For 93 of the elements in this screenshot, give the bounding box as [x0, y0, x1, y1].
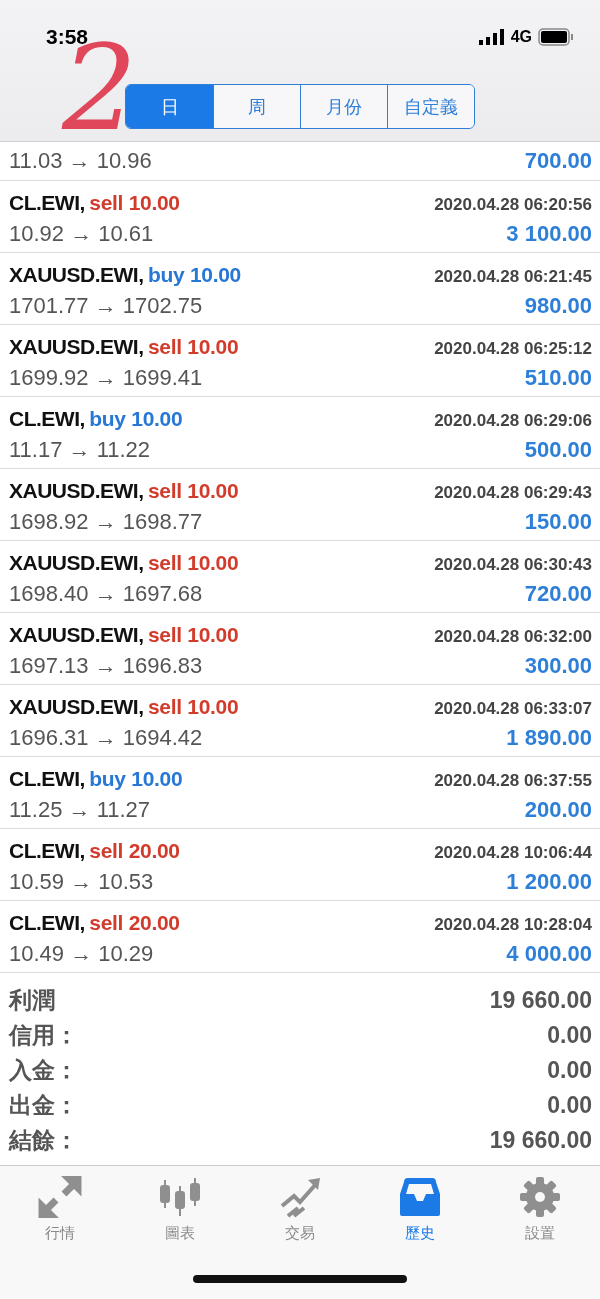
symbol-label: XAUUSD.EWI, [9, 262, 144, 286]
price-range: 1698.40 → 1697.68 [9, 580, 203, 607]
double-arrow-icon [38, 1176, 82, 1218]
trade-time: 2020.04.28 06:33:07 [434, 698, 592, 719]
summary-value: 0.00 [547, 1057, 592, 1084]
order-label: sell 10.00 [147, 694, 239, 718]
profit-value: 3 100.00 [506, 220, 592, 247]
trade-time: 2020.04.28 06:20:56 [434, 194, 592, 215]
price-range: 1697.13 → 1696.83 [9, 652, 203, 679]
trade-time: 2020.04.28 06:21:45 [434, 266, 592, 287]
trade-time: 2020.04.28 06:32:00 [434, 626, 592, 647]
trade-row[interactable]: CL.EWI, buy 10.00 2020.04.28 06:37:55 11.25 → 11.27 200.00 [0, 757, 600, 829]
tab-bar-item[interactable]: 歷史 [375, 1176, 465, 1243]
period-tab[interactable]: 周 [213, 85, 300, 128]
symbol-label: XAUUSD.EWI, [9, 622, 144, 646]
symbol-label: XAUUSD.EWI, [9, 550, 144, 574]
trade-row[interactable]: XAUUSD.EWI, sell 10.00 2020.04.28 06:30:43 1698.40 → 1697.68 720.00 [0, 541, 600, 613]
trade-time: 2020.04.28 10:06:44 [434, 842, 592, 863]
inbox-icon [398, 1176, 442, 1218]
profit-value: 980.00 [524, 292, 592, 319]
symbol-label: CL.EWI, [9, 838, 85, 862]
profit-value: 1 200.00 [506, 868, 592, 895]
profit-value: 700.00 [524, 148, 592, 174]
order-label: buy 10.00 [89, 766, 183, 790]
price-range: 1696.31 → 1694.42 [9, 724, 203, 751]
summary-label: 結餘： [9, 1126, 78, 1155]
trade-time: 2020.04.28 06:37:55 [434, 770, 592, 791]
trade-time: 2020.04.28 06:29:06 [434, 410, 592, 431]
trade-row[interactable]: 11.03 → 10.96 700.00 [0, 142, 600, 181]
trade-row[interactable]: XAUUSD.EWI, sell 10.00 2020.04.28 06:29:43 1698.92 → 1698.77 150.00 [0, 469, 600, 541]
order-label: buy 10.00 [147, 262, 241, 286]
period-tab[interactable]: 自定義 [387, 85, 474, 128]
symbol-label: XAUUSD.EWI, [9, 334, 144, 358]
summary-value: 0.00 [547, 1092, 592, 1119]
period-tab[interactable]: 日 [126, 85, 213, 128]
summary-label: 利潤 [9, 986, 55, 1015]
summary-label: 出金： [9, 1091, 78, 1120]
order-label: sell 10.00 [147, 478, 239, 502]
profit-value: 300.00 [524, 652, 592, 679]
candlestick-icon [158, 1176, 202, 1218]
symbol-label: XAUUSD.EWI, [9, 478, 144, 502]
symbol-label: XAUUSD.EWI, [9, 694, 144, 718]
price-range: 10.49 → 10.29 [9, 940, 154, 967]
battery-icon [538, 28, 574, 46]
trade-time: 2020.04.28 06:30:43 [434, 554, 592, 575]
profit-value: 720.00 [524, 580, 592, 607]
profit-value: 4 000.00 [506, 940, 592, 967]
profit-value: 150.00 [524, 508, 592, 535]
tab-bar-item[interactable]: 設置 [495, 1176, 585, 1243]
settings-icon [518, 1176, 562, 1218]
order-label: sell 10.00 [147, 550, 239, 574]
trade-row[interactable]: CL.EWI, sell 20.00 2020.04.28 10:06:44 10.59 → 10.53 1 200.00 [0, 829, 600, 901]
symbol-label: CL.EWI, [9, 190, 85, 214]
signal-icon [478, 29, 505, 45]
summary-value: 19 660.00 [489, 987, 592, 1014]
summary-value: 19 660.00 [489, 1127, 592, 1154]
order-label: sell 10.00 [147, 622, 239, 646]
price-range: 11.25 → 11.27 [9, 796, 151, 823]
profit-value: 510.00 [524, 364, 592, 391]
trade-row[interactable]: CL.EWI, sell 20.00 2020.04.28 10:28:04 10.49 → 10.29 4 000.00 [0, 901, 600, 973]
network-label: 4G [510, 28, 532, 46]
trade-row[interactable]: XAUUSD.EWI, sell 10.00 2020.04.28 06:25:12 1699.92 → 1699.41 510.00 [0, 325, 600, 397]
profit-value: 1 890.00 [506, 724, 592, 751]
price-range: 1699.92 → 1699.41 [9, 364, 203, 391]
trade-row[interactable]: CL.EWI, buy 10.00 2020.04.28 06:29:06 11.17 → 11.22 500.00 [0, 397, 600, 469]
symbol-label: CL.EWI, [9, 406, 85, 430]
price-range: 10.92 → 10.61 [9, 220, 154, 247]
summary-label: 入金： [9, 1056, 78, 1085]
symbol-label: CL.EWI, [9, 766, 85, 790]
order-label: sell 10.00 [147, 334, 239, 358]
order-label: buy 10.00 [89, 406, 183, 430]
trade-row[interactable]: XAUUSD.EWI, sell 10.00 2020.04.28 06:32:00 1697.13 → 1696.83 300.00 [0, 613, 600, 685]
summary-label: 信用： [9, 1021, 78, 1050]
trade-row[interactable]: XAUUSD.EWI, buy 10.00 2020.04.28 06:21:45 1701.77 → 1702.75 980.00 [0, 253, 600, 325]
price-range: 11.17 → 11.22 [9, 436, 151, 463]
symbol-label: CL.EWI, [9, 910, 85, 934]
order-label: sell 10.00 [89, 190, 180, 214]
trade-time: 2020.04.28 10:28:04 [434, 914, 592, 935]
price-range: 1701.77 → 1702.75 [9, 292, 203, 319]
period-tab[interactable]: 月份 [300, 85, 387, 128]
trade-row[interactable]: XAUUSD.EWI, sell 10.00 2020.04.28 06:33:07 1696.31 → 1694.42 1 890.00 [0, 685, 600, 757]
summary-value: 0.00 [547, 1022, 592, 1049]
price-range: 10.59 → 10.53 [9, 868, 154, 895]
trade-time: 2020.04.28 06:29:43 [434, 482, 592, 503]
order-label: sell 20.00 [89, 910, 180, 934]
profit-value: 500.00 [524, 436, 592, 463]
profit-value: 200.00 [524, 796, 592, 823]
trade-time: 2020.04.28 06:25:12 [434, 338, 592, 359]
trade-row[interactable]: CL.EWI, sell 10.00 2020.04.28 06:20:56 10.92 → 10.61 3 100.00 [0, 181, 600, 253]
price-range: 11.03 → 10.96 [9, 148, 152, 174]
trend-arrow-icon [278, 1176, 322, 1218]
price-range: 1698.92 → 1698.77 [9, 508, 203, 535]
order-label: sell 20.00 [89, 838, 180, 862]
